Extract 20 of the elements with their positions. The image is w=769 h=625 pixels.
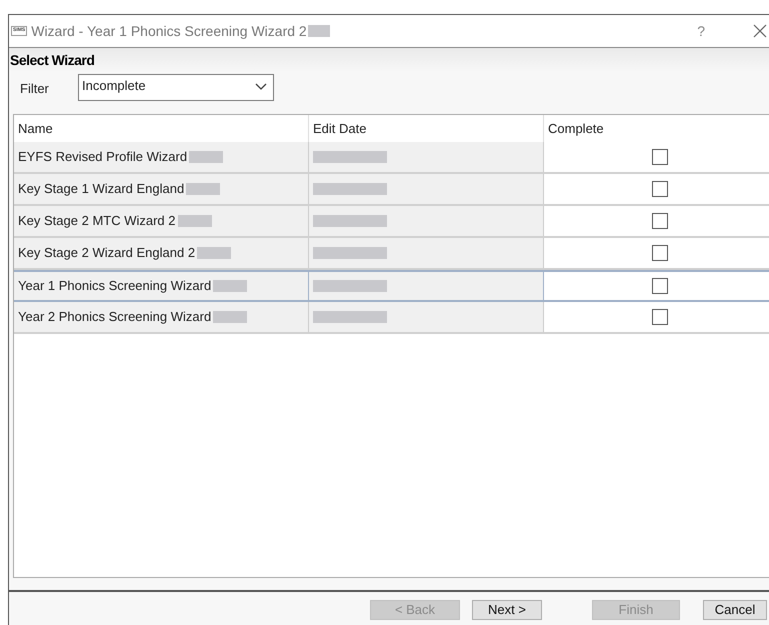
table-cell: Key Stage 2 Wizard England 2 xyxy=(14,238,308,268)
table-row[interactable]: Key Stage 2 Wizard England 2 xyxy=(14,238,769,270)
column-header: Name xyxy=(17,120,54,138)
help-button[interactable]: ? xyxy=(697,20,705,42)
table-cell: EYFS Revised Profile Wizard xyxy=(14,142,308,172)
table-cell: Year 2 Phonics Screening Wizard xyxy=(14,302,308,332)
wizard-button[interactable]: Next > xyxy=(472,600,542,620)
table-row[interactable]: Key Stage 2 MTC Wizard 2 xyxy=(14,206,769,238)
section-title: Select Wizard xyxy=(10,50,94,70)
table-cell: Key Stage 1 Wizard England xyxy=(14,174,308,204)
filter-label: Filter xyxy=(20,80,50,98)
filter-dropdown[interactable]: Incomplete xyxy=(78,74,274,100)
table-row[interactable]: Key Stage 1 Wizard England xyxy=(14,174,769,206)
table-cell: Key Stage 2 MTC Wizard 2 xyxy=(14,206,308,236)
window-title: Wizard - Year 1 Phonics Screening Wizard 2 xyxy=(31,22,307,41)
table-row[interactable]: EYFS Revised Profile Wizard xyxy=(14,142,769,174)
table-row[interactable]: Year 1 Phonics Screening Wizard xyxy=(14,270,769,302)
table-row[interactable]: Year 2 Phonics Screening Wizard xyxy=(14,302,769,334)
table-cell: Year 1 Phonics Screening Wizard xyxy=(14,272,308,300)
wizard-button[interactable]: Cancel xyxy=(703,600,767,620)
